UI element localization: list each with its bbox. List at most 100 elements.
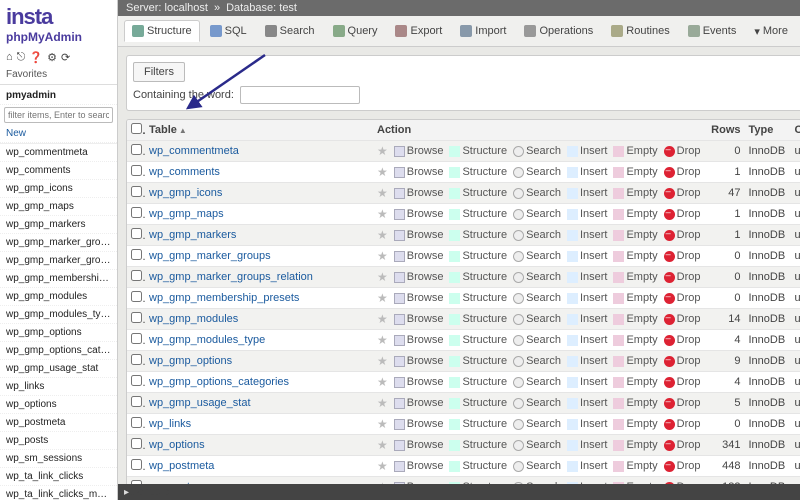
col-header-rows[interactable]: Rows (707, 121, 745, 139)
tab-sql[interactable]: SQL (202, 20, 255, 42)
docs-icon[interactable]: ❓ (29, 51, 43, 64)
tree-table-item[interactable]: wp_commentmeta (0, 144, 117, 162)
filter-containing-input[interactable] (240, 86, 360, 104)
search-action[interactable]: Search (511, 187, 563, 199)
insert-action[interactable]: Insert (565, 334, 610, 346)
structure-action[interactable]: Structure (447, 418, 509, 430)
tab-structure[interactable]: Structure (124, 20, 200, 42)
tree-table-item[interactable]: wp_sm_sessions (0, 450, 117, 468)
browse-action[interactable]: Browse (392, 229, 446, 241)
new-table-link[interactable]: New (0, 125, 117, 143)
table-name-link[interactable]: wp_gmp_maps (149, 208, 224, 220)
browse-action[interactable]: Browse (392, 208, 446, 220)
tree-table-item[interactable]: wp_options (0, 396, 117, 414)
table-name-link[interactable]: wp_gmp_marker_groups_relation (149, 271, 313, 283)
empty-action[interactable]: Empty (611, 271, 659, 283)
db-node[interactable]: pmyadmin (0, 87, 117, 105)
browse-action[interactable]: Browse (392, 460, 446, 472)
favorite-star-icon[interactable]: ★ (377, 228, 388, 242)
structure-action[interactable]: Structure (447, 376, 509, 388)
tree-table-item[interactable]: wp_gmp_modules_type (0, 306, 117, 324)
row-checkbox[interactable] (131, 354, 142, 365)
structure-action[interactable]: Structure (447, 334, 509, 346)
tab-export[interactable]: Export (387, 20, 450, 42)
insert-action[interactable]: Insert (565, 313, 610, 325)
favorite-star-icon[interactable]: ★ (377, 417, 388, 431)
drop-action[interactable]: Drop (662, 166, 703, 178)
empty-action[interactable]: Empty (611, 187, 659, 199)
structure-action[interactable]: Structure (447, 292, 509, 304)
drop-action[interactable]: Drop (662, 355, 703, 367)
table-name-link[interactable]: wp_gmp_modules_type (149, 334, 265, 346)
tree-table-item[interactable]: wp_gmp_membership_pre (0, 270, 117, 288)
structure-action[interactable]: Structure (447, 208, 509, 220)
table-name-link[interactable]: wp_gmp_usage_stat (149, 397, 251, 409)
tree-table-item[interactable]: wp_gmp_maps (0, 198, 117, 216)
reload-icon[interactable]: ⟳ (61, 51, 70, 64)
row-checkbox[interactable] (131, 144, 142, 155)
drop-action[interactable]: Drop (662, 250, 703, 262)
table-name-link[interactable]: wp_options (149, 439, 205, 451)
settings-icon[interactable]: ⚙ (47, 51, 57, 64)
favorite-star-icon[interactable]: ★ (377, 312, 388, 326)
favorite-star-icon[interactable]: ★ (377, 438, 388, 452)
table-name-link[interactable]: wp_links (149, 418, 191, 430)
insert-action[interactable]: Insert (565, 229, 610, 241)
favorite-star-icon[interactable]: ★ (377, 249, 388, 263)
insert-action[interactable]: Insert (565, 397, 610, 409)
structure-action[interactable]: Structure (447, 313, 509, 325)
empty-action[interactable]: Empty (611, 229, 659, 241)
empty-action[interactable]: Empty (611, 397, 659, 409)
search-action[interactable]: Search (511, 334, 563, 346)
home-icon[interactable]: ⌂ (6, 51, 13, 64)
drop-action[interactable]: Drop (662, 439, 703, 451)
structure-action[interactable]: Structure (447, 460, 509, 472)
row-checkbox[interactable] (131, 438, 142, 449)
row-checkbox[interactable] (131, 396, 142, 407)
empty-action[interactable]: Empty (611, 460, 659, 472)
table-name-link[interactable]: wp_gmp_options_categories (149, 376, 289, 388)
browse-action[interactable]: Browse (392, 313, 446, 325)
breadcrumb-server[interactable]: Server: localhost (126, 2, 208, 14)
tree-table-item[interactable]: wp_ta_link_clicks (0, 468, 117, 486)
drop-action[interactable]: Drop (662, 376, 703, 388)
insert-action[interactable]: Insert (565, 208, 610, 220)
structure-action[interactable]: Structure (447, 250, 509, 262)
table-name-link[interactable]: wp_comments (149, 166, 220, 178)
insert-action[interactable]: Insert (565, 250, 610, 262)
drop-action[interactable]: Drop (662, 145, 703, 157)
drop-action[interactable]: Drop (662, 313, 703, 325)
insert-action[interactable]: Insert (565, 187, 610, 199)
col-header-type[interactable]: Type (745, 121, 791, 139)
browse-action[interactable]: Browse (392, 376, 446, 388)
select-all-checkbox[interactable] (131, 123, 142, 134)
breadcrumb-database[interactable]: Database: test (226, 2, 297, 14)
row-checkbox[interactable] (131, 186, 142, 197)
insert-action[interactable]: Insert (565, 145, 610, 157)
empty-action[interactable]: Empty (611, 145, 659, 157)
browse-action[interactable]: Browse (392, 355, 446, 367)
search-action[interactable]: Search (511, 460, 563, 472)
favorite-star-icon[interactable]: ★ (377, 291, 388, 305)
row-checkbox[interactable] (131, 375, 142, 386)
insert-action[interactable]: Insert (565, 439, 610, 451)
row-checkbox[interactable] (131, 417, 142, 428)
insert-action[interactable]: Insert (565, 292, 610, 304)
drop-action[interactable]: Drop (662, 334, 703, 346)
drop-action[interactable]: Drop (662, 460, 703, 472)
search-action[interactable]: Search (511, 208, 563, 220)
col-header-collation[interactable]: Collation (791, 121, 800, 139)
favorite-star-icon[interactable]: ★ (377, 165, 388, 179)
tree-table-item[interactable]: wp_gmp_options (0, 324, 117, 342)
tab-more[interactable]: ▾More (746, 20, 796, 42)
logout-icon[interactable]: ⎋ (17, 51, 26, 64)
row-checkbox[interactable] (131, 312, 142, 323)
table-name-link[interactable]: wp_postmeta (149, 460, 214, 472)
insert-action[interactable]: Insert (565, 271, 610, 283)
search-action[interactable]: Search (511, 145, 563, 157)
empty-action[interactable]: Empty (611, 376, 659, 388)
favorite-star-icon[interactable]: ★ (377, 459, 388, 473)
browse-action[interactable]: Browse (392, 418, 446, 430)
drop-action[interactable]: Drop (662, 397, 703, 409)
search-action[interactable]: Search (511, 313, 563, 325)
